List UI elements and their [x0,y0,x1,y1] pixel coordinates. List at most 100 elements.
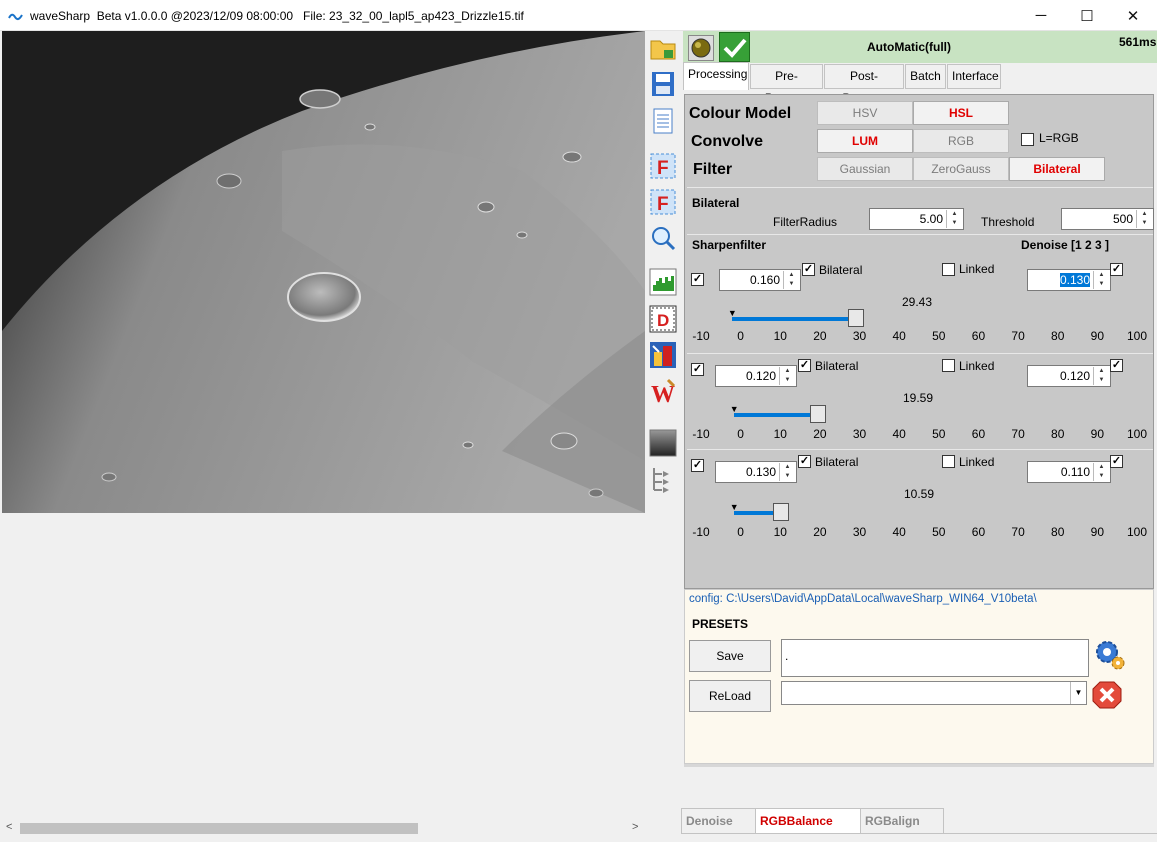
layer-2-denoise-checkbox[interactable]: ✓ [1110,359,1123,372]
wavelet-w-icon[interactable]: W [648,376,678,408]
layer-1-slider-thumb[interactable] [848,309,865,327]
slider-origin-marker-icon: ▼ [729,404,739,414]
colour-model-label: Colour Model [689,105,792,122]
scale-tick-label: 0 [737,525,744,539]
filter-f-alt-icon[interactable]: F [648,187,678,217]
divider [687,449,1153,450]
settings-gear-icon[interactable] [1093,638,1127,672]
zerogauss-button[interactable]: ZeroGauss [913,157,1009,181]
spin-arrows-icon[interactable]: ▲ ▼ [1136,210,1152,228]
layer-3-enable-checkbox[interactable]: ✓ [691,459,704,472]
reload-preset-button[interactable]: ReLoad [689,680,771,712]
layer-3-slider-thumb[interactable] [772,503,789,521]
horizontal-scrollbar[interactable]: < > [2,820,643,837]
filter-radius-stepper[interactable]: 5.00 ▲ ▼ [869,208,964,230]
layer-2-enable-checkbox[interactable]: ✓ [691,363,704,376]
tab-rgbbalance[interactable]: RGBBalance [755,808,861,834]
scale-tick-label: 10 [773,427,787,441]
layer-2-denoise-stepper[interactable]: 0.120 ▲ ▼ [1027,365,1111,387]
layer-3-bilateral-checkbox[interactable]: ✓ [798,455,811,468]
layer-2-bilateral-checkbox[interactable]: ✓ [798,359,811,372]
svg-text:F: F [657,194,669,215]
delete-preset-icon[interactable] [1091,680,1123,710]
minimize-button[interactable]: ─ [1018,0,1064,31]
save-preset-button[interactable]: Save [689,640,771,672]
document-list-icon[interactable] [648,106,678,136]
layer-1-scale: -10 0 10 20 30 40 50 60 70 80 90 100 [685,329,1155,345]
open-folder-icon[interactable] [648,33,678,63]
tab-denoise[interactable]: Denoise [681,808,756,834]
spin-arrows-icon[interactable]: ▲ ▼ [779,463,795,481]
spin-arrows-icon[interactable]: ▲ ▼ [1093,463,1109,481]
layer-1-denoise-checkbox[interactable]: ✓ [1110,263,1123,276]
tab-post-process[interactable]: Post-Process [824,64,904,105]
denoise-d-icon[interactable]: D [648,304,678,334]
zoom-icon[interactable] [648,223,678,253]
hsv-button[interactable]: HSV [817,101,913,125]
rgb-button[interactable]: RGB [913,129,1009,153]
status-led-button[interactable] [688,35,714,61]
lum-button[interactable]: LUM [817,129,913,153]
tab-rgbalign[interactable]: RGBalign [860,808,944,834]
layer-3-amount-stepper[interactable]: 0.130 ▲ ▼ [715,461,797,483]
spin-arrows-icon[interactable]: ▲ ▼ [1093,367,1109,385]
layer-3-slider[interactable]: ▼ [693,502,1141,521]
layer-2-linked-label: Linked [959,359,995,373]
divider [687,353,1153,354]
close-window-button[interactable]: ✕ [1110,0,1156,31]
dropdown-arrow-icon[interactable]: ▼ [1070,682,1086,704]
divider [687,187,1153,188]
status-led-icon [691,38,711,58]
gaussian-button[interactable]: Gaussian [817,157,913,181]
filter-f-icon[interactable]: F [648,151,678,181]
layer-1-denoise-stepper[interactable]: 0.130 ▲ ▼ [1027,269,1111,291]
histogram-icon[interactable] [648,267,678,297]
layer-3-bilateral-label: Bilateral [815,455,859,469]
scale-tick-label: 40 [892,329,906,343]
spin-arrows-icon[interactable]: ▲ ▼ [783,271,799,289]
tab-processing[interactable]: Processing [683,62,749,90]
preset-select[interactable]: ▼ [781,681,1087,705]
layer-2-amount-value: 0.120 [745,369,776,383]
scale-tick-label: 70 [1011,525,1025,539]
scroll-right-arrow-icon[interactable]: > [632,821,638,833]
preset-name-input[interactable]: . [781,639,1089,677]
layer-1-linked-checkbox[interactable] [942,263,955,276]
layer-1-slider[interactable]: ▼ [691,308,1141,327]
tab-interface[interactable]: Interface [947,64,1001,89]
scale-tick-label: 30 [852,427,867,441]
maximize-button[interactable]: ☐ [1064,0,1110,31]
scale-tick-label: 40 [892,525,906,539]
divider [687,234,1153,235]
layer-2-slider[interactable]: ▼ [693,404,1141,423]
layer-3-linked-checkbox[interactable] [942,455,955,468]
save-file-icon[interactable] [648,69,678,99]
layer-2-linked-checkbox[interactable] [942,359,955,372]
scroll-thumb[interactable] [20,823,418,834]
spin-arrows-icon[interactable]: ▲ ▼ [1093,271,1109,289]
scale-tick-label: 90 [1090,329,1105,343]
apply-check-button[interactable] [719,32,750,62]
filter-radius-value: 5.00 [919,212,943,226]
rgb-align-icon[interactable] [648,340,678,370]
tab-pre-process[interactable]: Pre-Process [750,64,823,105]
threshold-stepper[interactable]: 500 ▲ ▼ [1061,208,1154,230]
lrgb-checkbox[interactable] [1021,133,1034,146]
spin-arrows-icon[interactable]: ▲ ▼ [946,210,962,228]
layer-3-denoise-stepper[interactable]: 0.110 ▲ ▼ [1027,461,1111,483]
gradient-icon[interactable] [648,428,678,458]
hsl-button[interactable]: HSL [913,101,1009,125]
layer-1-enable-checkbox[interactable]: ✓ [691,273,704,286]
layer-3-denoise-checkbox[interactable]: ✓ [1110,455,1123,468]
moon-image-preview[interactable] [2,31,645,513]
layer-1-bilateral-checkbox[interactable]: ✓ [802,263,815,276]
scale-tick-label: 50 [932,525,946,539]
scroll-left-arrow-icon[interactable]: < [6,821,12,833]
bilateral-button[interactable]: Bilateral [1009,157,1105,181]
layer-2-slider-thumb[interactable] [809,405,826,423]
layer-1-amount-stepper[interactable]: 0.160 ▲ ▼ [719,269,801,291]
batch-tree-icon[interactable] [648,464,678,494]
layer-2-amount-stepper[interactable]: 0.120 ▲ ▼ [715,365,797,387]
tab-batch[interactable]: Batch [905,64,946,89]
spin-arrows-icon[interactable]: ▲ ▼ [779,367,795,385]
